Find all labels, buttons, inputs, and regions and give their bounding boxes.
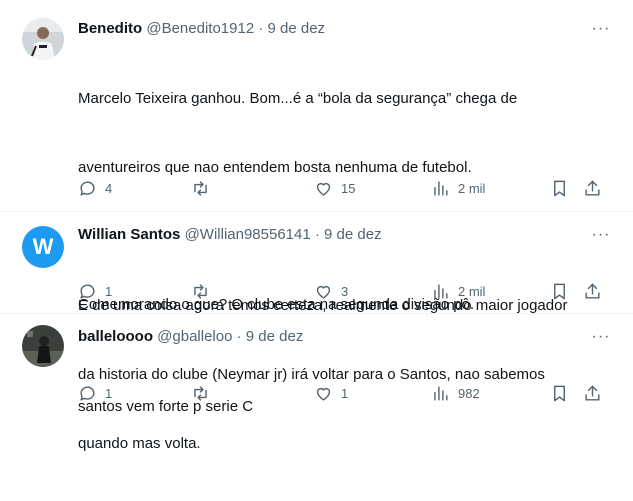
reply-button[interactable]: 1 [78, 281, 112, 301]
like-count: 15 [341, 180, 356, 196]
reply-icon [80, 385, 95, 401]
tweet-actions: 4 15 2 mil [78, 178, 608, 198]
like-button[interactable]: 15 [314, 178, 355, 198]
tweet-text-line: aventureiros que nao entendem bosta nenh… [78, 159, 472, 176]
retweet-icon [194, 385, 207, 401]
retweet-button[interactable] [191, 178, 218, 198]
views-count: 982 [458, 385, 480, 401]
bookmark-button[interactable] [550, 178, 569, 198]
views-count: 2 mil [458, 180, 486, 196]
retweet-icon [194, 180, 207, 196]
profile-photo-icon [22, 18, 64, 60]
share-button[interactable] [583, 383, 602, 403]
separator-dot: · [258, 20, 264, 37]
retweet-icon [194, 283, 207, 299]
user-handle[interactable]: @gballeloo [157, 328, 232, 345]
views-icon [434, 180, 448, 196]
reply-count: 4 [105, 180, 113, 196]
like-count: 1 [341, 385, 349, 401]
display-name[interactable]: Benedito [78, 20, 142, 37]
avatar[interactable] [22, 18, 64, 60]
views-button[interactable]: 2 mil [431, 178, 485, 198]
heart-icon [316, 285, 331, 299]
tweet-date[interactable]: 9 de dez [324, 226, 382, 243]
tweet-text-line: Marcelo Teixeira ganhou. Bom...é a “bola… [78, 90, 518, 107]
retweet-button[interactable] [191, 383, 218, 403]
reply-icon [80, 180, 95, 196]
views-icon [434, 283, 448, 299]
share-icon [585, 283, 600, 299]
like-count: 3 [341, 283, 349, 299]
views-button[interactable]: 2 mil [431, 281, 485, 301]
share-icon [585, 180, 600, 196]
more-options-button[interactable]: ··· [591, 329, 611, 350]
separator-dot: · [314, 226, 320, 243]
share-button[interactable] [583, 178, 602, 198]
reply-button[interactable]: 4 [78, 178, 112, 198]
views-count: 2 mil [458, 283, 486, 299]
tweet-balleloooo[interactable]: balleloooo @gballeloo · 9 de dez ··· san… [0, 314, 633, 424]
display-name[interactable]: Willian Santos [78, 226, 180, 243]
display-name[interactable]: balleloooo [78, 328, 153, 345]
tweet-header: Willian Santos @Willian98556141 · 9 de d… [78, 225, 382, 245]
more-options-button[interactable]: ··· [591, 227, 611, 248]
heart-icon [316, 387, 331, 401]
user-handle[interactable]: @Benedito1912 [146, 20, 254, 37]
retweet-button[interactable] [191, 281, 218, 301]
bookmark-button[interactable] [550, 383, 569, 403]
tweet-date[interactable]: 9 de dez [246, 328, 304, 345]
views-button[interactable]: 982 [431, 383, 480, 403]
heart-icon [316, 182, 331, 196]
tweet-willian-santos[interactable]: W Willian Santos @Willian98556141 · 9 de… [0, 212, 633, 314]
profile-photo-icon [22, 325, 64, 367]
tweet-text: santos vem forte p serie C [78, 349, 608, 464]
user-handle[interactable]: @Willian98556141 [185, 226, 311, 243]
tweet-benedito[interactable]: Benedito @Benedito1912 · 9 de dez ··· Ma… [0, 0, 633, 452]
bookmark-icon [554, 180, 565, 196]
reply-icon [80, 283, 95, 299]
avatar[interactable] [22, 325, 64, 367]
like-button[interactable]: 3 [314, 281, 348, 301]
avatar[interactable]: W [22, 226, 64, 268]
reply-button[interactable]: 1 [78, 383, 112, 403]
reply-count: 1 [105, 283, 113, 299]
avatar-letter: W [32, 234, 54, 259]
tweet-header: Benedito @Benedito1912 · 9 de dez [78, 19, 325, 39]
views-icon [434, 385, 448, 401]
like-button[interactable]: 1 [314, 383, 348, 403]
bookmark-icon [554, 283, 565, 299]
tweet-actions: 1 3 2 mil [78, 281, 608, 301]
bookmark-icon [554, 385, 565, 401]
share-icon [585, 385, 600, 401]
tweet-date[interactable]: 9 de dez [268, 20, 326, 37]
bookmark-button[interactable] [550, 281, 569, 301]
separator-dot: · [236, 328, 242, 345]
tweet-header: balleloooo @gballeloo · 9 de dez [78, 327, 303, 347]
share-button[interactable] [583, 281, 602, 301]
tweet-actions: 1 1 982 [78, 383, 608, 403]
more-options-button[interactable]: ··· [591, 21, 611, 42]
reply-count: 1 [105, 385, 113, 401]
